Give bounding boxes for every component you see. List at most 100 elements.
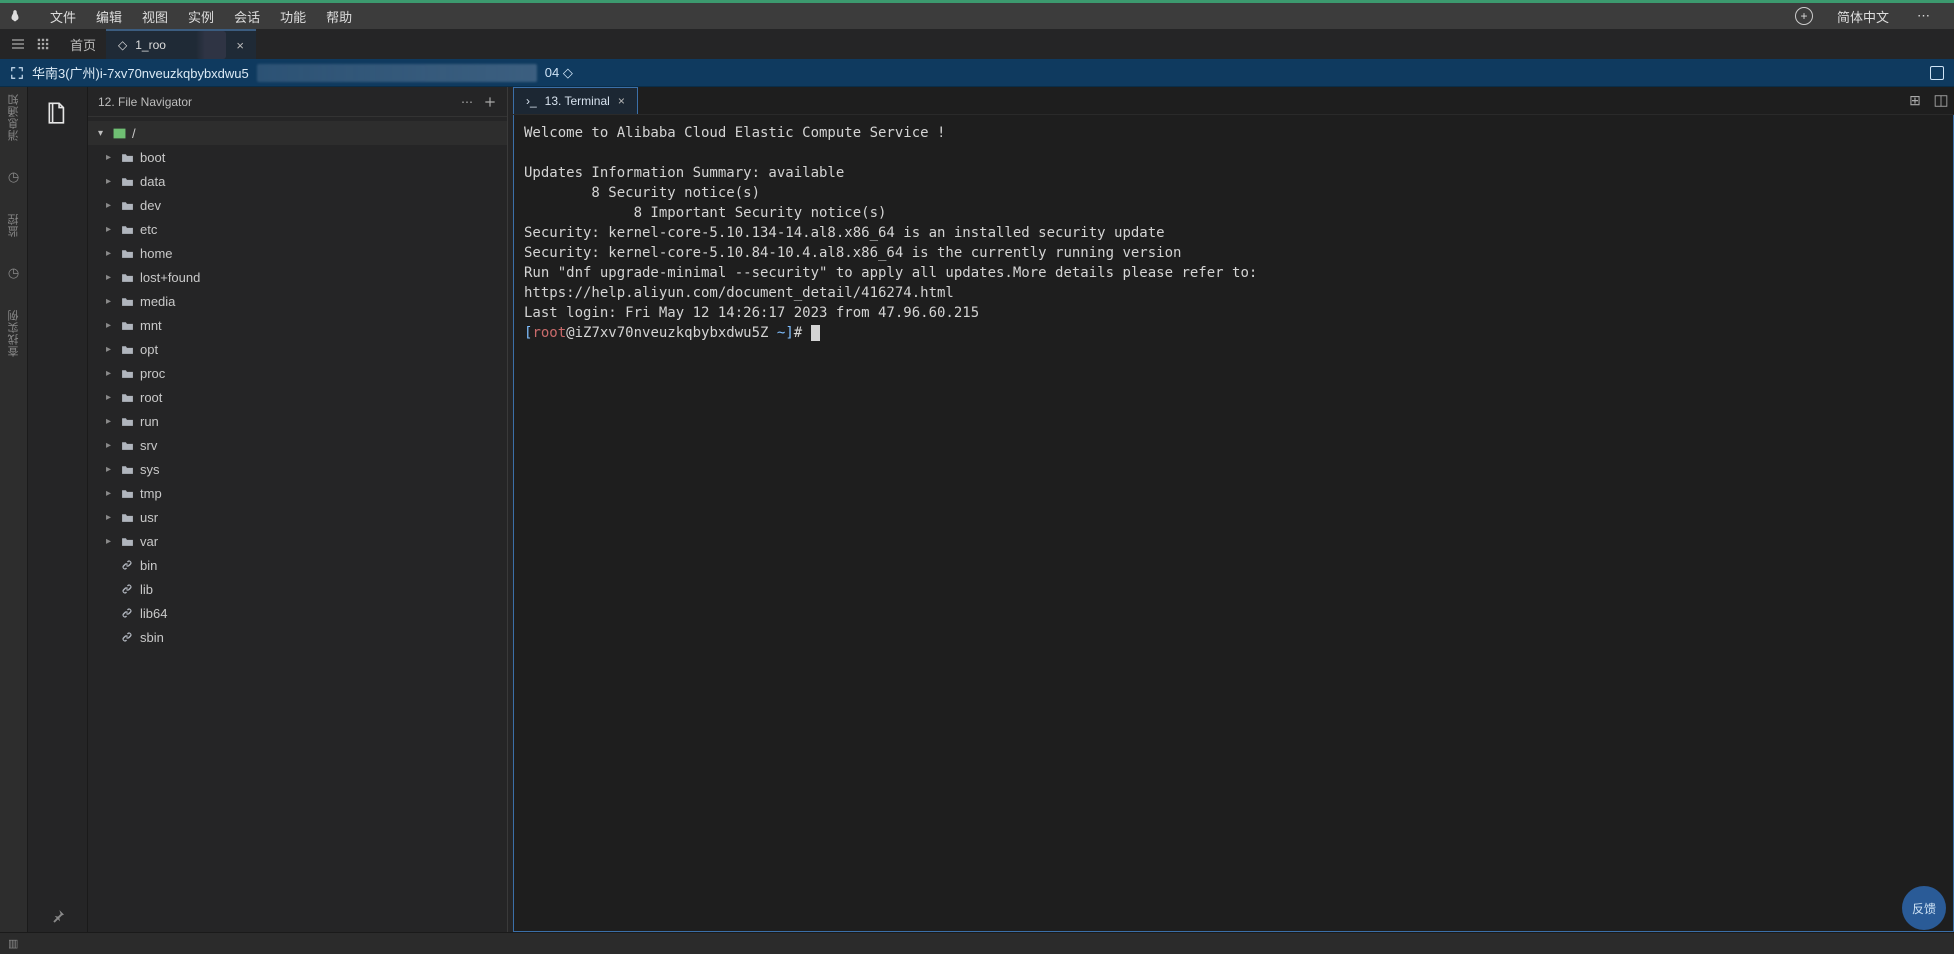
symlink-icon xyxy=(120,631,134,643)
file-navigator-header: 12. File Navigator ⋯ xyxy=(88,87,507,117)
status-left-icon[interactable]: ▥ xyxy=(8,937,18,950)
folder-icon xyxy=(120,416,134,427)
tree-item[interactable]: ▸bin xyxy=(88,553,507,577)
more-icon[interactable]: ⋯ xyxy=(461,95,473,109)
linux-penguin-icon xyxy=(8,9,22,23)
chevron-right-icon: ▸ xyxy=(106,224,114,235)
chevron-right-icon: ▸ xyxy=(106,416,114,427)
terminal-output[interactable]: Welcome to Alibaba Cloud Elastic Compute… xyxy=(513,115,1954,932)
menu-toggle-icon[interactable] xyxy=(10,36,26,52)
folder-icon xyxy=(120,296,134,307)
tree-root[interactable]: ▾ / xyxy=(88,121,507,145)
tree-item[interactable]: ▸media xyxy=(88,289,507,313)
terminal-tab-icon: ◇ xyxy=(118,38,127,52)
menu-item-4[interactable]: 会话 xyxy=(224,3,270,29)
tree-item-label: root xyxy=(140,390,162,405)
tree-item-label: lost+found xyxy=(140,270,200,285)
chevron-right-icon: ▸ xyxy=(106,392,114,403)
tree-item[interactable]: ▸ data xyxy=(88,169,507,193)
more-icon[interactable]: ⋯ xyxy=(1913,3,1934,29)
chevron-right-icon: ▸ xyxy=(106,176,114,187)
home-tab[interactable]: 首页 xyxy=(60,29,106,59)
chevron-down-icon: ▾ xyxy=(98,128,106,139)
tree-item[interactable]: ▸srv xyxy=(88,433,507,457)
tree-item[interactable]: ▸boot xyxy=(88,145,507,169)
tree-item[interactable]: ▸proc xyxy=(88,361,507,385)
folder-icon xyxy=(120,368,134,379)
add-file-icon[interactable] xyxy=(483,95,497,109)
fullscreen-icon[interactable] xyxy=(10,66,24,80)
menu-item-6[interactable]: 帮助 xyxy=(316,3,362,29)
menu-item-5[interactable]: 功能 xyxy=(270,3,316,29)
language-switcher[interactable]: 简体中文 xyxy=(1827,3,1899,29)
activity-bar xyxy=(28,87,88,932)
tree-item[interactable]: ▸ root xyxy=(88,385,507,409)
workspace: 消息通知 ◷ 监控 ◷ 查找实例 12. File Navigator ⋯ ▾ xyxy=(0,87,1954,932)
apps-icon[interactable] xyxy=(36,37,50,51)
tree-item-label: tmp xyxy=(140,486,162,501)
folder-icon xyxy=(120,224,134,235)
file-navigator-title: 12. File Navigator xyxy=(98,95,451,109)
tree-item[interactable]: ▸sbin xyxy=(88,625,507,649)
menu-item-3[interactable]: 实例 xyxy=(178,3,224,29)
close-terminal-tab-icon[interactable]: × xyxy=(618,94,625,108)
tree-item[interactable]: ▸ run xyxy=(88,409,507,433)
symlink-icon xyxy=(120,583,134,595)
folder-icon xyxy=(120,392,134,403)
add-session-icon[interactable]: + xyxy=(1795,7,1813,25)
tree-item-label: srv xyxy=(140,438,157,453)
tree-item[interactable]: ▸lib64 xyxy=(88,601,507,625)
tree-item[interactable]: ▸usr xyxy=(88,505,507,529)
tree-item[interactable]: ▸home xyxy=(88,241,507,265)
buddy-item-find[interactable]: 查找实例 xyxy=(6,309,22,357)
terminal-tabs-row: ›_ 13. Terminal × ⊞ xyxy=(513,87,1954,115)
menu-item-1[interactable]: 编辑 xyxy=(86,3,132,29)
tree-item-label: bin xyxy=(140,558,157,573)
buddy-item-monitor[interactable]: 监控 xyxy=(6,213,22,237)
chevron-right-icon: ▸ xyxy=(106,512,114,523)
tree-item[interactable]: ▸var xyxy=(88,529,507,553)
expand-conn-icon[interactable] xyxy=(1930,66,1944,80)
menu-item-2[interactable]: 视图 xyxy=(132,3,178,29)
chevron-right-icon: ▸ xyxy=(106,464,114,475)
tree-item-label: sbin xyxy=(140,630,164,645)
tree-item[interactable]: ▸dev xyxy=(88,193,507,217)
menubar: 文件编辑视图实例会话功能帮助 + 简体中文 ⋯ xyxy=(0,3,1954,29)
session-tab[interactable]: ◇ 1_roo × xyxy=(106,29,256,59)
new-terminal-icon[interactable]: ⊞ xyxy=(1902,87,1928,114)
main-editor-area: ›_ 13. Terminal × ⊞ Welcome to Alibaba C… xyxy=(513,87,1954,932)
tree-item[interactable]: ▸ lost+found xyxy=(88,265,507,289)
tree-item[interactable]: ▸tmp xyxy=(88,481,507,505)
tree-item-label: var xyxy=(140,534,158,549)
symlink-icon xyxy=(120,559,134,571)
file-navigator-activity-icon[interactable] xyxy=(38,93,78,133)
terminal-prompt-icon: ›_ xyxy=(526,94,537,108)
tree-item-label: run xyxy=(140,414,159,429)
close-tab-icon[interactable]: × xyxy=(236,38,244,53)
tree-item-label: dev xyxy=(140,198,161,213)
feedback-label: 反馈 xyxy=(1912,900,1936,917)
folder-icon xyxy=(120,464,134,475)
tree-item[interactable]: ▸ etc xyxy=(88,217,507,241)
terminal-tab-label: 13. Terminal xyxy=(545,94,610,108)
terminal-tab[interactable]: ›_ 13. Terminal × xyxy=(513,87,638,114)
buddy-item-notifications[interactable]: 消息通知 xyxy=(6,93,22,141)
tree-item-label: sys xyxy=(140,462,160,477)
folder-icon xyxy=(120,152,134,163)
blurred-connection xyxy=(257,64,537,82)
tree-item[interactable]: ▸lib xyxy=(88,577,507,601)
chevron-right-icon: ▸ xyxy=(106,272,114,283)
tree-item-label: lib xyxy=(140,582,153,597)
tree-item[interactable]: ▸mnt xyxy=(88,313,507,337)
split-pane-icon[interactable] xyxy=(1928,87,1954,114)
folder-icon xyxy=(120,272,134,283)
folder-icon xyxy=(120,200,134,211)
menu-item-0[interactable]: 文件 xyxy=(40,3,86,29)
home-label: 首页 xyxy=(70,35,96,54)
tree-item[interactable]: ▸opt xyxy=(88,337,507,361)
tree-item-label: etc xyxy=(140,222,157,237)
tree-item[interactable]: ▸ sys xyxy=(88,457,507,481)
feedback-button[interactable]: 反馈 xyxy=(1902,886,1946,930)
pin-icon[interactable] xyxy=(50,908,66,924)
tree-item-label: data xyxy=(140,174,165,189)
